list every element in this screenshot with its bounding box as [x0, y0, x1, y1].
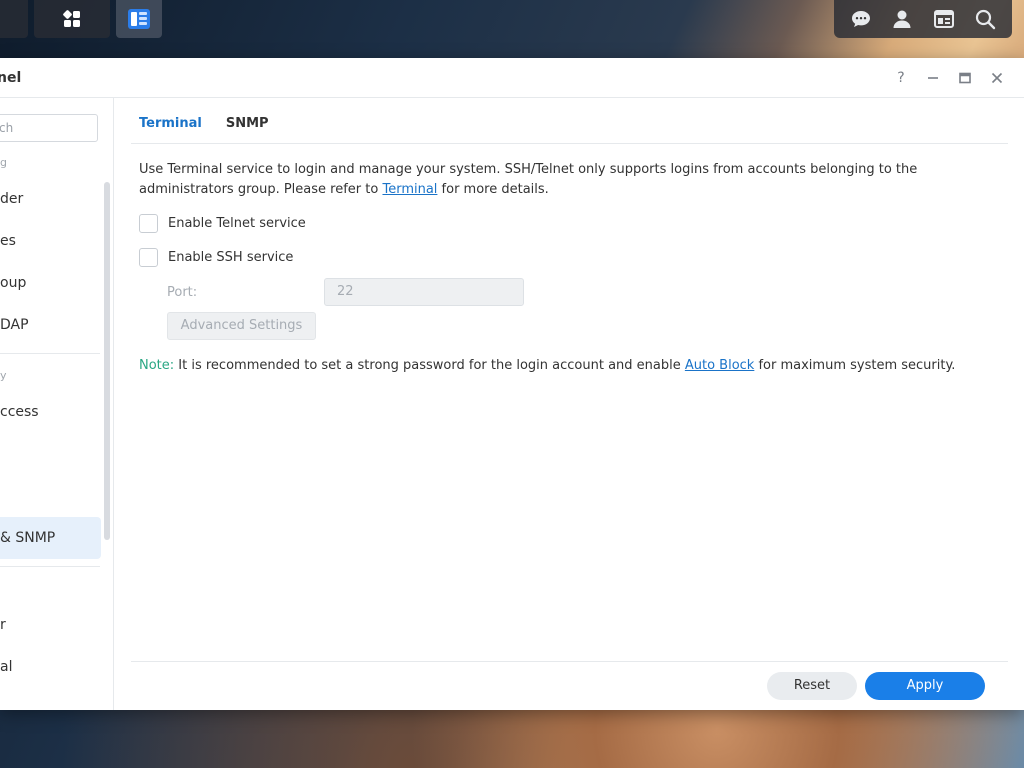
description-text-end: for more details.	[437, 182, 549, 197]
sidebar-item-external-access[interactable]: ccess	[0, 391, 101, 433]
minimize-icon	[928, 76, 938, 79]
port-label: Port:	[167, 285, 198, 300]
sidebar-item-terminal-snmp[interactable]: & SNMP	[0, 517, 101, 559]
sidebar-divider	[0, 353, 100, 354]
main-panel: Terminal SNMP Use Terminal service to lo…	[115, 98, 1024, 710]
enable-ssh-label[interactable]: Enable SSH service	[168, 250, 293, 265]
close-button[interactable]	[988, 69, 1006, 87]
tab-divider	[131, 143, 1008, 144]
note-text: It is recommended to set a strong passwo…	[174, 358, 685, 373]
control-panel-window: nel ? ch g der es oup DAP y ccess & SNMP…	[0, 58, 1024, 710]
sidebar-divider	[0, 566, 100, 567]
sidebar-item-file-services[interactable]: es	[0, 220, 101, 262]
chat-icon[interactable]	[849, 7, 873, 31]
security-note: Note: It is recommended to set a strong …	[139, 356, 955, 376]
sidebar-scrollbar[interactable]	[104, 182, 110, 540]
sidebar-item-shared-folder[interactable]: der	[0, 178, 101, 220]
apply-button[interactable]: Apply	[865, 672, 985, 700]
auto-block-link[interactable]: Auto Block	[685, 358, 754, 373]
sidebar-group-file-sharing: g	[0, 156, 7, 169]
main-menu-button[interactable]	[34, 0, 110, 38]
widgets-icon[interactable]	[932, 7, 956, 31]
reset-button[interactable]: Reset	[767, 672, 857, 700]
footer-divider	[131, 661, 1008, 662]
sidebar-item-system-b[interactable]: al	[0, 646, 101, 688]
tab-snmp[interactable]: SNMP	[226, 116, 269, 141]
control-panel-icon	[128, 9, 150, 29]
enable-telnet-checkbox[interactable]	[139, 214, 158, 233]
ssh-row: Enable SSH service	[139, 248, 293, 267]
telnet-row: Enable Telnet service	[139, 214, 306, 233]
maximize-icon	[959, 72, 971, 83]
sidebar-group-connectivity: y	[0, 369, 7, 382]
terminal-help-link[interactable]: Terminal	[382, 182, 437, 197]
tab-terminal[interactable]: Terminal	[139, 116, 202, 141]
note-text-end: for maximum system security.	[754, 358, 956, 373]
taskbar-right	[834, 0, 1012, 38]
window-title: nel	[0, 69, 22, 86]
note-label: Note:	[139, 358, 175, 373]
taskbar-left	[0, 0, 162, 38]
enable-ssh-checkbox[interactable]	[139, 248, 158, 267]
close-icon	[991, 72, 1003, 83]
tab-bar: Terminal SNMP	[139, 116, 269, 141]
sidebar-search-input[interactable]: ch	[0, 114, 98, 142]
sidebar-item-system-a[interactable]: r	[0, 604, 101, 646]
control-panel-taskbar-button[interactable]	[116, 0, 162, 38]
search-icon[interactable]	[973, 7, 997, 31]
terminal-description: Use Terminal service to login and manage…	[139, 160, 989, 200]
maximize-button[interactable]	[956, 69, 974, 87]
enable-telnet-label[interactable]: Enable Telnet service	[168, 216, 306, 231]
help-button[interactable]: ?	[892, 69, 910, 87]
port-input[interactable]: 22	[324, 278, 524, 306]
sidebar: ch g der es oup DAP y ccess & SNMP r al	[0, 98, 114, 710]
sidebar-item-domain-ldap[interactable]: DAP	[0, 304, 101, 346]
user-icon[interactable]	[890, 7, 914, 31]
window-controls: ?	[892, 69, 1006, 87]
taskbar-show-desktop-button[interactable]	[0, 0, 28, 38]
sidebar-item-user-group[interactable]: oup	[0, 262, 101, 304]
window-titlebar[interactable]: nel ?	[0, 58, 1024, 98]
advanced-settings-button[interactable]: Advanced Settings	[167, 312, 316, 340]
apps-grid-icon	[63, 10, 80, 27]
minimize-button[interactable]	[924, 69, 942, 87]
